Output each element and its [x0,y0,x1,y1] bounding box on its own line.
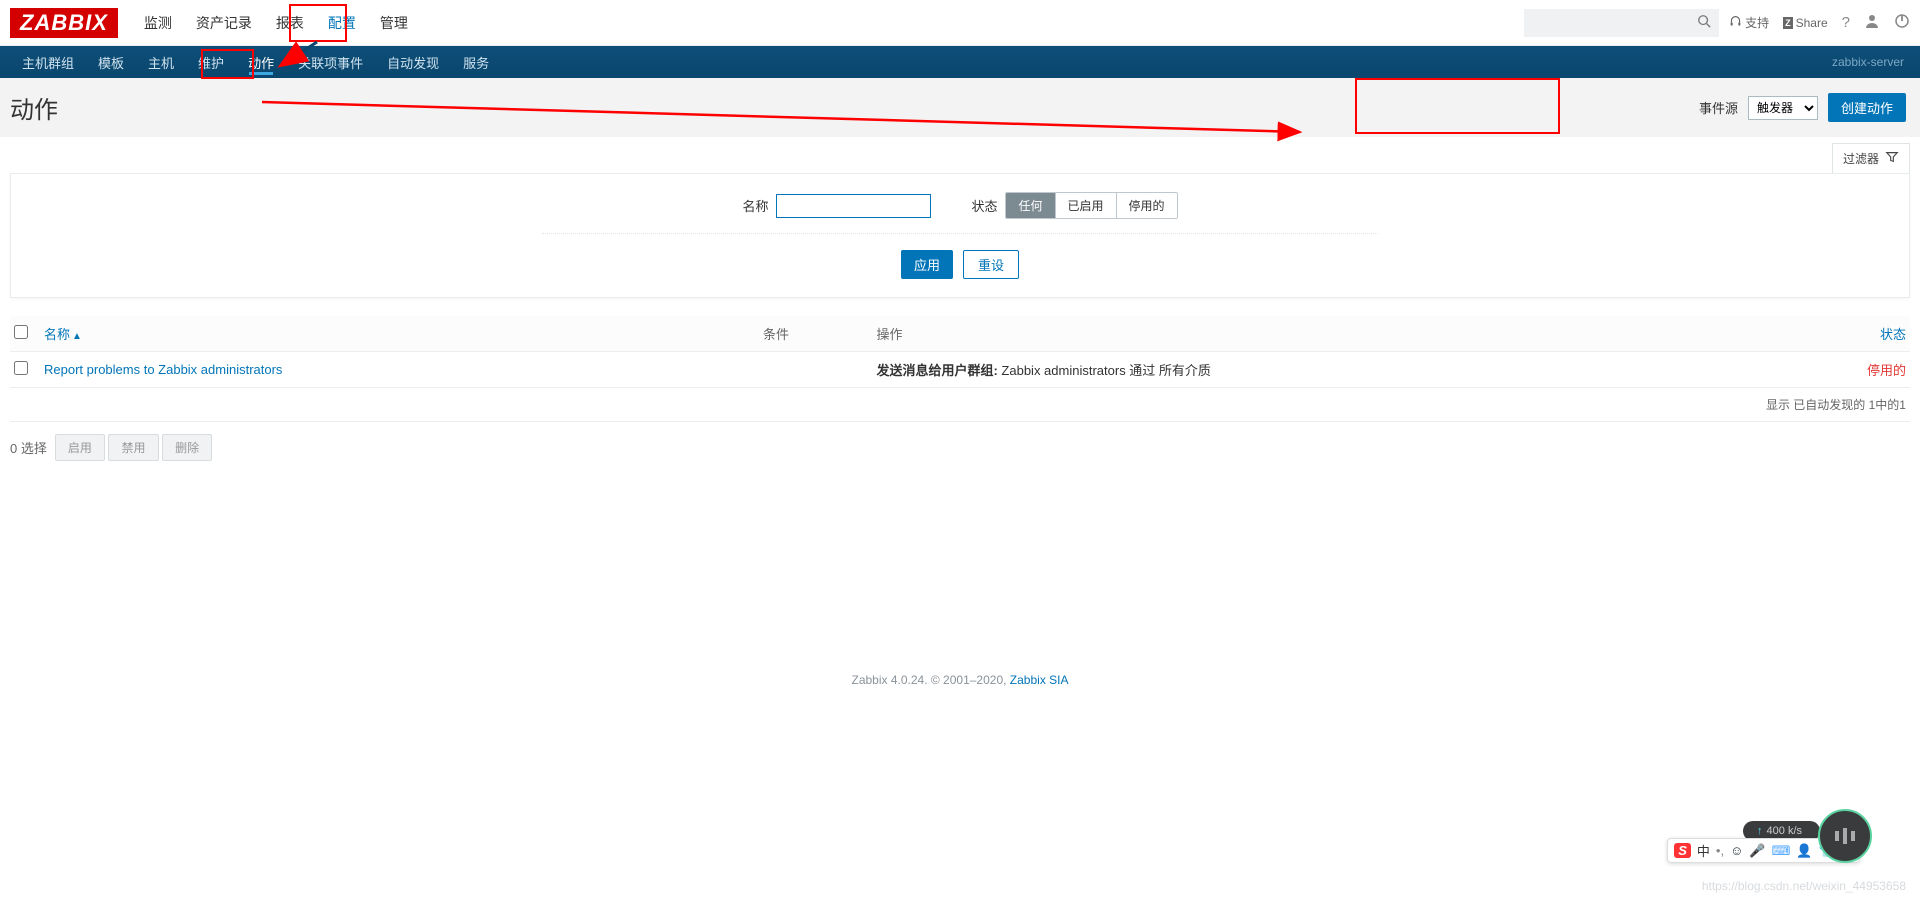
filter-card: 名称 状态 任何已启用停用的 应用 重设 [10,173,1910,298]
support-link[interactable]: 支持 [1729,14,1769,31]
apply-button[interactable]: 应用 [901,250,953,279]
col-conditions-header: 条件 [763,327,789,342]
bulk-2[interactable]: 删除 [162,434,212,461]
page-title: 动作 [10,90,58,125]
filter-status-0[interactable]: 任何 [1006,193,1054,218]
filter-status-btngroup: 任何已启用停用的 [1005,192,1177,219]
filter-name-field: 名称 [742,194,931,218]
subnav-item-7[interactable]: 服务 [451,46,501,78]
row-status-toggle[interactable]: 停用的 [1826,360,1906,379]
event-source-label: 事件源 [1699,98,1738,117]
filter-status-2[interactable]: 停用的 [1116,193,1177,218]
subnav-item-6[interactable]: 自动发现 [375,46,451,78]
user-icon[interactable] [1864,13,1880,32]
search-icon[interactable] [1697,14,1711,31]
reset-button[interactable]: 重设 [963,250,1019,279]
page-footer: Zabbix 4.0.24. © 2001–2020, Zabbix SIA [0,473,1920,697]
subnav-item-5[interactable]: 关联项事件 [286,46,375,78]
person-icon: 👤 [1796,843,1812,859]
zabbix-logo[interactable]: ZABBIX [10,8,118,38]
top-bar: ZABBIX 监测资产记录报表配置管理 支持 Z Share ? [0,0,1920,46]
keyboard-icon: ⌨ [1772,843,1791,859]
subnav-item-2[interactable]: 主机 [136,46,186,78]
help-icon[interactable]: ? [1842,14,1850,31]
share-link[interactable]: Z Share [1783,16,1828,30]
logout-icon[interactable] [1894,13,1910,32]
table-row: Report problems to Zabbix administrators… [10,352,1910,388]
filter-strip: 过滤器 [0,137,1920,173]
actions-list: 名称▲ 条件 操作 状态 Report problems to Zabbix a… [10,316,1910,422]
event-source-select[interactable]: 触发器 [1748,96,1818,120]
select-all-checkbox[interactable] [14,325,28,339]
global-search[interactable] [1524,9,1719,37]
top-nav: 监测资产记录报表配置管理 [132,3,420,43]
ime-knob [1818,809,1872,863]
selected-count: 0 选择 [10,438,47,457]
list-footer: 显示 已自动发现的 1中的1 [10,388,1910,422]
sub-nav: 主机群组模板主机维护动作关联项事件自动发现服务 zabbix-server [0,46,1920,78]
share-icon: Z [1783,17,1793,29]
server-name: zabbix-server [1832,55,1910,69]
col-status-sort[interactable]: 状态 [1880,327,1906,342]
subnav-item-0[interactable]: 主机群组 [10,46,86,78]
create-action-button[interactable]: 创建动作 [1828,93,1906,122]
bulk-0[interactable]: 启用 [55,434,105,461]
list-header: 名称▲ 条件 操作 状态 [10,316,1910,352]
header-controls: 事件源 触发器 创建动作 [1699,93,1910,122]
filter-funnel-icon [1885,150,1899,167]
col-operations-header: 操作 [876,327,902,342]
filter-name-input[interactable] [776,194,931,218]
headset-icon [1729,15,1742,31]
topnav-item-0[interactable]: 监测 [132,3,184,43]
top-bar-actions: 支持 Z Share ? [1729,13,1910,32]
filter-status-field: 状态 任何已启用停用的 [971,192,1177,219]
filter-toggle[interactable]: 过滤器 [1832,143,1910,173]
topnav-item-1[interactable]: 资产记录 [184,3,264,43]
topnav-item-2[interactable]: 报表 [264,3,316,43]
subnav-item-4[interactable]: 动作 [236,46,286,78]
filter-status-1[interactable]: 已启用 [1055,193,1116,218]
sogou-icon: S [1674,843,1691,858]
bulk-1[interactable]: 禁用 [108,434,158,461]
topnav-item-3[interactable]: 配置 [316,3,368,43]
row-checkbox[interactable] [14,361,28,375]
row-name-link[interactable]: Report problems to Zabbix administrators [44,362,763,377]
subnav-item-3[interactable]: 维护 [186,46,236,78]
smile-icon: ☺ [1730,843,1743,858]
subnav-item-1[interactable]: 模板 [86,46,136,78]
mic-icon: 🎤 [1749,843,1765,859]
page-header: 动作 事件源 触发器 创建动作 [0,78,1920,137]
col-name-sort[interactable]: 名称▲ [44,327,82,342]
search-input[interactable] [1532,16,1697,30]
bulk-actions: 0 选择 启用 禁用 删除 [0,422,1920,473]
watermark: https://blog.csdn.net/weixin_44953658 [1702,879,1906,893]
sort-asc-icon: ▲ [72,331,82,342]
footer-link[interactable]: Zabbix SIA [1010,673,1069,687]
topnav-item-4[interactable]: 管理 [368,3,420,43]
row-operations: 发送消息给用户群组: Zabbix administrators 通过 所有介质 [876,360,1826,379]
